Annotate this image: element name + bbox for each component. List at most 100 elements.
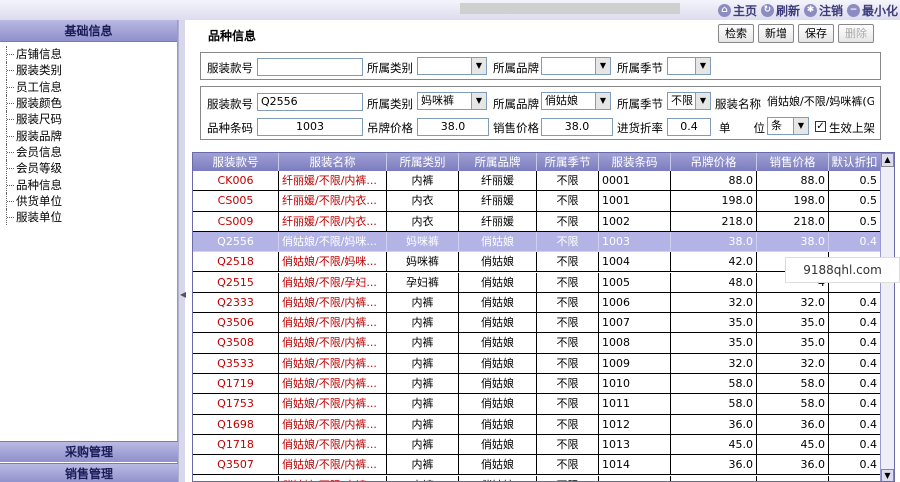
column-header[interactable]: 默认折扣 (829, 153, 881, 171)
table-row[interactable]: Q3510俏姑娘/不限/内裤...内裤俏姑娘不限1015 (193, 475, 894, 481)
detail-discount-input[interactable]: 0.4 (667, 118, 711, 136)
table-cell: Q3506 (193, 313, 279, 334)
home-link[interactable]: ⌂ 主页 (717, 2, 757, 19)
table-row[interactable]: Q1698俏姑娘/不限/内裤...内裤俏姑娘不限101236.036.00.4条 (193, 414, 894, 435)
column-header[interactable]: 服装款号 (193, 153, 279, 171)
table-cell: 不限 (537, 171, 599, 192)
table-cell: 不限 (537, 353, 599, 374)
column-header[interactable]: 吊牌价格 (671, 153, 757, 171)
detail-code-input[interactable]: Q2556 (257, 93, 363, 111)
table-cell: 1002 (599, 211, 671, 232)
table-cell: 不限 (537, 292, 599, 314)
table-cell: 45.0 (671, 434, 757, 456)
detail-sale-price-input[interactable]: 38.0 (541, 118, 613, 136)
table-row[interactable]: CS005 纤丽媛/不限/内衣... 内衣 纤丽媛 不限 1001 198.0 198.0 0.… (193, 191, 894, 212)
sidebar-item[interactable]: 员工信息 (6, 78, 177, 95)
table-row[interactable]: Q1719俏姑娘/不限/内裤...内裤俏姑娘不限101058.058.00.4条 (193, 374, 894, 395)
table-cell: 58.0 (757, 394, 829, 415)
table-row[interactable]: Q1753俏姑娘/不限/内裤...内裤俏姑娘不限101158.058.00.4条 (193, 394, 894, 415)
table-cell: 纤丽媛/不限/内裤... (279, 171, 387, 192)
active-checkbox[interactable]: ✓ (815, 121, 826, 132)
table-cell: 38.0 (757, 231, 829, 253)
detail-brand-select[interactable]: 俏姑娘 ▼ (541, 92, 611, 110)
table-cell: Q3508 (193, 333, 279, 354)
save-button[interactable]: 保存 (798, 24, 834, 43)
add-button[interactable]: 新增 (758, 24, 794, 43)
filter-category-select[interactable]: ▼ (417, 57, 487, 75)
table-cell: 俏姑娘/不限/内裤... (279, 333, 387, 354)
sidebar-footer-sales[interactable]: 销售管理 (0, 463, 178, 482)
table-cell: 1006 (599, 292, 671, 314)
table-cell: 纤丽媛/不限/内衣... (279, 211, 387, 232)
sidebar-item[interactable]: 服装颜色 (6, 95, 177, 112)
table-cell: 俏姑娘 (459, 313, 537, 334)
table-row[interactable]: Q2333俏姑娘/不限/内裤...内裤俏姑娘不限100632.032.00.4条 (193, 292, 894, 314)
grid-vertical-scrollbar[interactable]: ▲ ▼ (880, 153, 894, 481)
sidebar-item[interactable]: 供货单位 (6, 192, 177, 209)
sidebar-item[interactable]: 服装单位 (6, 209, 177, 226)
detail-name-input[interactable]: 俏姑娘/不限/妈咪裤(G (763, 93, 875, 111)
table-row[interactable]: Q3533俏姑娘/不限/内裤...内裤俏姑娘不限100932.032.00.4条 (193, 353, 894, 374)
table-row[interactable]: CK006纤丽媛/不限/内裤...内裤纤丽媛不限000188.088.00.5件 (193, 171, 894, 192)
column-header[interactable]: 服装名称 (279, 153, 387, 171)
table-cell: 0001 (599, 171, 671, 192)
table-cell: 32.0 (757, 292, 829, 314)
logout-icon: ✱ (803, 3, 817, 17)
sidebar-item[interactable]: 服装尺码 (6, 111, 177, 128)
table-cell: 俏姑娘 (459, 272, 537, 293)
table-cell: 32.0 (757, 353, 829, 374)
sidebar-splitter[interactable]: ◀ (178, 20, 186, 482)
table-cell: 孕妇裤 (387, 272, 459, 293)
detail-season-select[interactable]: 不限 ▼ (667, 92, 711, 110)
product-grid: 服装款号服装名称所属类别所属品牌所属季节服装条码吊牌价格销售价格默认折扣单 CK… (192, 152, 895, 482)
detail-tag-price-input[interactable]: 38.0 (417, 118, 489, 136)
sidebar-item[interactable]: 店铺信息 (6, 46, 177, 63)
detail-category-select[interactable]: 妈咪裤 ▼ (417, 92, 487, 110)
table-cell: 俏姑娘/不限/内裤... (279, 455, 387, 476)
sidebar-item[interactable]: 会员等级 (6, 160, 177, 177)
tree-line (6, 127, 15, 144)
minimize-link[interactable]: − 最小化 (846, 2, 898, 19)
detail-barcode-input[interactable]: 1003 (257, 118, 363, 136)
sidebar-item[interactable]: 服装品牌 (6, 127, 177, 144)
tree-line (6, 160, 15, 177)
page-title: 品种信息 (208, 29, 257, 43)
table-cell (829, 475, 881, 481)
sidebar-item[interactable]: 会员信息 (6, 143, 177, 160)
column-header[interactable]: 所属季节 (537, 153, 599, 171)
search-button[interactable]: 检索 (718, 24, 754, 43)
filter-season-label: 所属季节 (617, 61, 663, 75)
refresh-link[interactable]: ↻ 刷新 (760, 2, 800, 19)
filter-brand-select[interactable]: ▼ (541, 57, 611, 75)
sidebar-header-basic-info[interactable]: 基础信息 (0, 20, 177, 42)
detail-discount-label: 进货折率 (617, 121, 663, 135)
table-row[interactable]: Q3508俏姑娘/不限/内裤...内裤俏姑娘不限100835.035.00.4条 (193, 333, 894, 354)
column-header[interactable]: 服装条码 (599, 153, 671, 171)
sidebar-item[interactable]: 服装类别 (6, 62, 177, 79)
tree-line (6, 62, 15, 79)
filter-brand-label: 所属品牌 (493, 61, 539, 75)
filter-code-input[interactable] (257, 58, 363, 76)
column-header[interactable]: 所属品牌 (459, 153, 537, 171)
scroll-up-icon[interactable]: ▲ (881, 153, 894, 167)
table-cell: 36.0 (757, 414, 829, 435)
table-cell: 0.4 (829, 231, 881, 253)
column-header[interactable]: 销售价格 (757, 153, 829, 171)
detail-unit-select[interactable]: 条 ▼ (767, 117, 809, 135)
filter-season-select[interactable]: ▼ (667, 57, 711, 75)
table-row[interactable]: Q3506俏姑娘/不限/内裤...内裤俏姑娘不限100735.035.00.4条 (193, 313, 894, 334)
table-row[interactable]: Q3507俏姑娘/不限/内裤...内裤俏姑娘不限101436.036.00.4条 (193, 455, 894, 476)
sidebar-item[interactable]: 品种信息 (6, 176, 177, 193)
delete-button[interactable]: 删除 (838, 24, 874, 43)
scroll-down-icon[interactable]: ▼ (881, 469, 894, 481)
sidebar-footer-purchase[interactable]: 采购管理 (0, 441, 178, 462)
table-row[interactable]: CS009 纤丽媛/不限/内衣... 内衣 纤丽媛 不限 1002 218.0 218.0 0.… (193, 211, 894, 232)
logout-link[interactable]: ✱ 注销 (803, 2, 843, 19)
filter-code-label: 服装款号 (207, 61, 253, 75)
column-header[interactable]: 所属类别 (387, 153, 459, 171)
table-row[interactable]: Q2556 俏姑娘/不限/妈咪... 妈咪裤 俏姑娘 不限 1003 38.0 38.0 0.4… (193, 231, 894, 253)
home-icon: ⌂ (717, 3, 731, 17)
table-row[interactable]: Q1718俏姑娘/不限/内裤...内裤俏姑娘不限101345.045.00.4条 (193, 434, 894, 456)
table-cell: 纤丽媛 (459, 191, 537, 212)
table-cell: 俏姑娘/不限/内裤... (279, 313, 387, 334)
